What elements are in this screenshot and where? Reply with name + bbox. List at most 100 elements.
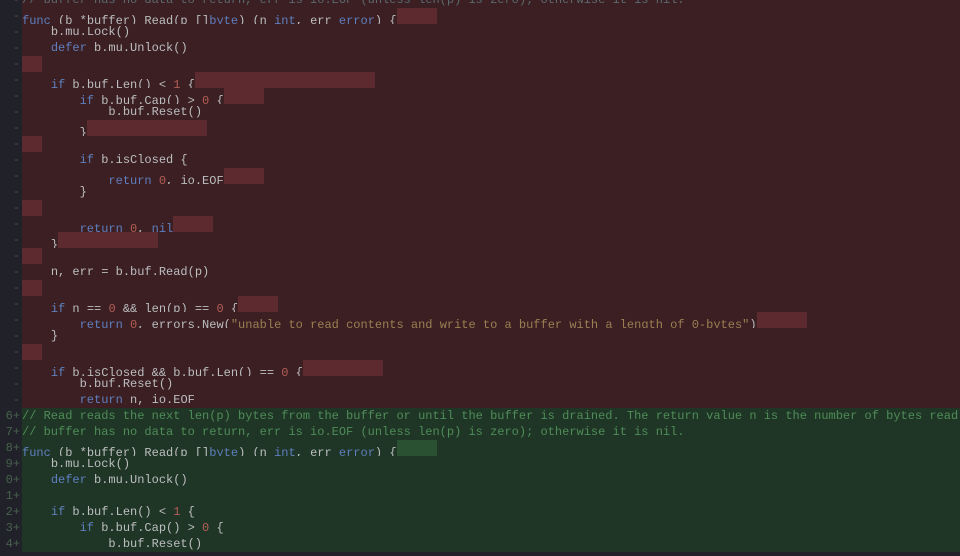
- gutter: -: [0, 88, 22, 104]
- gutter: -: [0, 392, 22, 408]
- diff-line-removed: - if b.buf.Cap() > 0 {: [0, 88, 960, 104]
- diff-trail-highlight: [224, 88, 264, 104]
- code-content: n, err = b.buf.Read(p): [22, 264, 960, 280]
- gutter: -: [0, 328, 22, 344]
- gutter: -: [0, 136, 22, 152]
- code-content: }: [22, 232, 960, 248]
- code-content: b.buf.Reset(): [22, 536, 960, 552]
- diff-line-removed: - b.mu.Lock(): [0, 24, 960, 40]
- code-content: b.mu.Lock(): [22, 24, 960, 40]
- diff-line-removed: - if b.isClosed {: [0, 152, 960, 168]
- gutter: 3+: [0, 520, 22, 536]
- gutter: -: [0, 104, 22, 120]
- gutter: -: [0, 232, 22, 248]
- code-content: // buffer has no data to return, err is …: [22, 0, 960, 8]
- diff-line-removed: -: [0, 200, 960, 216]
- code-content: }: [22, 184, 960, 200]
- code-content: [22, 56, 960, 72]
- gutter: -: [0, 40, 22, 56]
- gutter: -: [0, 312, 22, 328]
- diff-line-added: 7+ // buffer has no data to return, err …: [0, 424, 960, 440]
- diff-line-removed: - defer b.mu.Unlock(): [0, 40, 960, 56]
- code-content: [22, 344, 960, 360]
- code-content: b.mu.Lock(): [22, 456, 960, 472]
- code-content: [22, 200, 960, 216]
- diff-line-removed: - if n == 0 && len(p) == 0 {: [0, 296, 960, 312]
- diff-trail-highlight: [22, 56, 42, 72]
- code-content: if b.buf.Len() < 1 {: [22, 72, 960, 88]
- diff-trail-highlight: [303, 360, 383, 376]
- diff-trail-highlight: [173, 216, 213, 232]
- gutter: -: [0, 376, 22, 392]
- code-content: if n == 0 && len(p) == 0 {: [22, 296, 960, 312]
- gutter: -: [0, 344, 22, 360]
- code-content: [22, 136, 960, 152]
- diff-line-removed: - return 0, nil: [0, 216, 960, 232]
- code-content: defer b.mu.Unlock(): [22, 40, 960, 56]
- gutter: -: [0, 360, 22, 376]
- gutter: -: [0, 152, 22, 168]
- diff-trail-highlight: [195, 72, 375, 88]
- code-content: defer b.mu.Unlock(): [22, 472, 960, 488]
- diff-line-added: 2+ if b.buf.Len() < 1 {: [0, 504, 960, 520]
- diff-line-added: 9+ b.mu.Lock(): [0, 456, 960, 472]
- gutter: -: [0, 248, 22, 264]
- diff-line-removed: - if b.buf.Len() < 1 {: [0, 72, 960, 88]
- gutter: -: [0, 56, 22, 72]
- diff-line-removed: - }: [0, 232, 960, 248]
- gutter: -: [0, 280, 22, 296]
- gutter: 0+: [0, 472, 22, 488]
- diff-trail-highlight: [22, 248, 42, 264]
- code-content: if b.isClosed {: [22, 152, 960, 168]
- code-content: return n, io.EOF: [22, 392, 960, 408]
- diff-line-removed: - // buffer has no data to return, err i…: [0, 0, 960, 8]
- gutter: 7+: [0, 424, 22, 440]
- gutter: -: [0, 184, 22, 200]
- code-content: // Read reads the next len(p) bytes from…: [22, 408, 960, 424]
- diff-line-removed: - n, err = b.buf.Read(p): [0, 264, 960, 280]
- code-content: func (b *buffer) Read(p []byte) (n int, …: [22, 8, 960, 24]
- diff-line-removed: - return 0, errors.New("unable to read c…: [0, 312, 960, 328]
- gutter: -: [0, 120, 22, 136]
- code-content: [22, 248, 960, 264]
- diff-trail-highlight: [238, 296, 278, 312]
- diff-line-removed: -: [0, 56, 960, 72]
- diff-line-added: 4+ b.buf.Reset(): [0, 536, 960, 552]
- gutter: 2+: [0, 504, 22, 520]
- diff-line-removed: - return n, io.EOF: [0, 392, 960, 408]
- gutter: -: [0, 296, 22, 312]
- diff-trail-highlight: [58, 232, 158, 248]
- diff-line-removed: - }: [0, 328, 960, 344]
- diff-line-added: 6+ // Read reads the next len(p) bytes f…: [0, 408, 960, 424]
- diff-line-removed: - b.buf.Reset(): [0, 376, 960, 392]
- code-content: b.buf.Reset(): [22, 104, 960, 120]
- diff-trail-highlight: [22, 200, 42, 216]
- gutter: 1+: [0, 488, 22, 504]
- code-content: return 0, io.EOF: [22, 168, 960, 184]
- diff-trail-highlight: [397, 440, 437, 456]
- code-content: return 0, nil: [22, 216, 960, 232]
- code-content: if b.buf.Cap() > 0 {: [22, 88, 960, 104]
- code-content: return 0, errors.New("unable to read con…: [22, 312, 960, 328]
- code-content: [22, 488, 960, 504]
- diff-trail-highlight: [397, 8, 437, 24]
- diff-trail-highlight: [757, 312, 807, 328]
- diff-editor[interactable]: - // buffer has no data to return, err i…: [0, 0, 960, 556]
- code-content: if b.buf.Len() < 1 {: [22, 504, 960, 520]
- gutter: -: [0, 24, 22, 40]
- comment-text: // buffer has no data to return, err is …: [22, 425, 685, 439]
- diff-trail-highlight: [22, 136, 42, 152]
- code-content: }: [22, 120, 960, 136]
- code-content: // buffer has no data to return, err is …: [22, 424, 960, 440]
- diff-trail-highlight: [87, 120, 207, 136]
- diff-line-removed: - b.buf.Reset(): [0, 104, 960, 120]
- gutter: -: [0, 264, 22, 280]
- code-content: }: [22, 328, 960, 344]
- code-content: func (b *buffer) Read(p []byte) (n int, …: [22, 440, 960, 456]
- gutter: -: [0, 216, 22, 232]
- gutter: 6+: [0, 408, 22, 424]
- comment-text: // buffer has no data to return, err is …: [22, 0, 685, 7]
- diff-line-removed: -: [0, 344, 960, 360]
- gutter: 8+: [0, 440, 22, 456]
- diff-line-removed: - }: [0, 120, 960, 136]
